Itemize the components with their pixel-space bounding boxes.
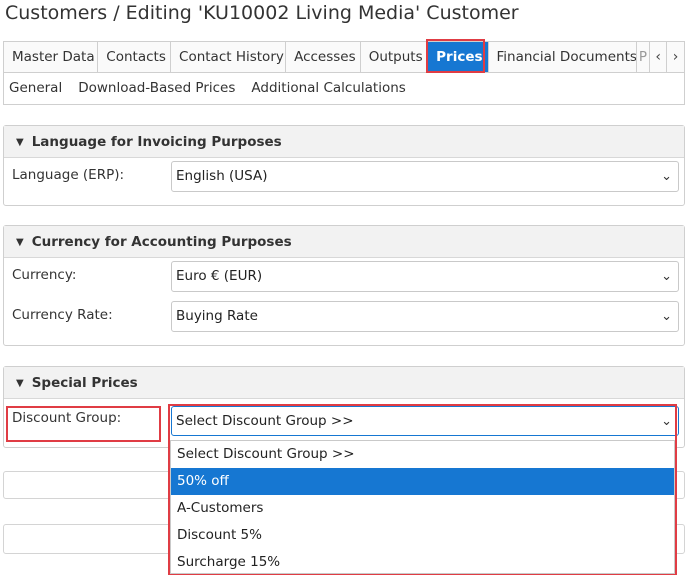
discount-group-dropdown: Select Discount Group >> 50% off A-Custo…: [170, 440, 675, 574]
currency-select[interactable]: Euro € (EUR) ⌄: [171, 261, 679, 292]
tab-contact-history[interactable]: Contact History: [171, 42, 287, 72]
chevron-down-icon: ⌄: [661, 414, 672, 429]
caret-down-icon: ▼: [16, 378, 24, 389]
sub-tabs: General Download-Based Prices Additional…: [3, 73, 685, 105]
tab-master-data[interactable]: Master Data: [4, 42, 99, 72]
chevron-down-icon: ⌄: [661, 169, 672, 184]
currency-row: Currency: Euro € (EUR) ⌄: [4, 258, 684, 298]
caret-down-icon: ▼: [16, 137, 24, 148]
language-row: Language (ERP): English (USA) ⌄: [4, 158, 684, 198]
discount-group-select[interactable]: Select Discount Group >> ⌄: [171, 406, 679, 436]
dropdown-option[interactable]: 50% off: [171, 468, 674, 495]
subtab-download-based-prices[interactable]: Download-Based Prices: [78, 73, 235, 104]
special-prices-panel: ▼ Special Prices Discount Group: Select D…: [3, 366, 685, 448]
currency-select-value: Euro € (EUR): [176, 268, 263, 284]
subtab-additional-calculations[interactable]: Additional Calculations: [251, 73, 405, 104]
tab-truncated[interactable]: P: [636, 42, 651, 72]
discount-group-label: Discount Group:: [12, 410, 122, 426]
invoicing-panel: ▼ Language for Invoicing Purposes Languag…: [3, 125, 685, 206]
discount-group-row: Discount Group: Select Discount Group >>…: [4, 399, 684, 439]
chevron-down-icon: ⌄: [661, 269, 672, 284]
currency-panel: ▼ Currency for Accounting Purposes Curren…: [3, 225, 685, 346]
chevron-down-icon: ⌄: [661, 309, 672, 324]
subtab-general[interactable]: General: [9, 73, 62, 104]
tab-outputs[interactable]: Outputs: [360, 42, 429, 72]
currency-panel-title: Currency for Accounting Purposes: [31, 234, 292, 250]
chevron-left-icon[interactable]: ‹: [650, 42, 668, 72]
currency-rate-label: Currency Rate:: [12, 307, 113, 323]
dropdown-option[interactable]: Discount 5%: [171, 522, 674, 549]
caret-down-icon: ▼: [16, 237, 24, 248]
dropdown-option[interactable]: A-Customers: [171, 495, 674, 522]
page-title: Customers / Editing 'KU10002 Living Medi…: [5, 2, 519, 24]
currency-rate-select-value: Buying Rate: [176, 308, 258, 324]
main-tabs: Master Data Contacts Contact History Acc…: [3, 41, 685, 73]
invoicing-panel-header[interactable]: ▼ Language for Invoicing Purposes: [4, 126, 684, 158]
tab-contacts[interactable]: Contacts: [98, 42, 172, 72]
tab-accesses[interactable]: Accesses: [286, 42, 361, 72]
currency-label: Currency:: [12, 267, 77, 283]
language-select-value: English (USA): [176, 168, 268, 184]
language-label: Language (ERP):: [12, 167, 125, 183]
chevron-right-icon[interactable]: ›: [667, 42, 685, 72]
special-prices-panel-title: Special Prices: [31, 375, 138, 391]
language-select[interactable]: English (USA) ⌄: [171, 161, 679, 192]
tab-prices[interactable]: Prices: [428, 42, 489, 72]
currency-panel-header[interactable]: ▼ Currency for Accounting Purposes: [4, 226, 684, 258]
dropdown-option[interactable]: Select Discount Group >>: [171, 441, 674, 468]
special-prices-panel-header[interactable]: ▼ Special Prices: [4, 367, 684, 399]
currency-rate-select[interactable]: Buying Rate ⌄: [171, 301, 679, 332]
currency-rate-row: Currency Rate: Buying Rate ⌄: [4, 298, 684, 338]
invoicing-panel-title: Language for Invoicing Purposes: [31, 134, 282, 150]
tab-financial-documents[interactable]: Financial Documents: [488, 42, 637, 72]
dropdown-option[interactable]: Surcharge 15%: [171, 549, 674, 576]
discount-group-select-value: Select Discount Group >>: [176, 413, 354, 429]
